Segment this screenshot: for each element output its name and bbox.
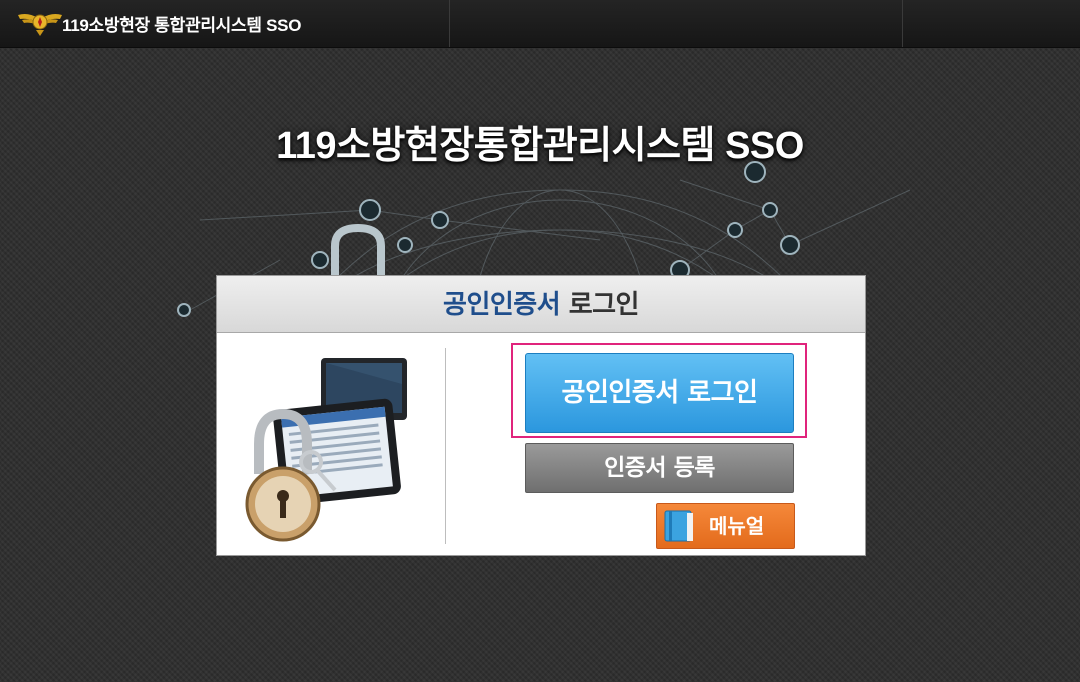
top-bar: 119소방현장 통합관리시스템 SSO xyxy=(0,0,1080,48)
manual-button[interactable]: 메뉴얼 xyxy=(656,503,795,549)
panel-divider xyxy=(445,348,446,544)
topbar-divider xyxy=(449,0,450,47)
topbar-divider xyxy=(902,0,903,47)
login-panel: 공인인증서 로그인 공인인증서 로그인 인증서 등록 메뉴얼 xyxy=(216,275,866,556)
panel-header-strong: 공인인증서 xyxy=(443,290,561,320)
cert-register-button[interactable]: 인증서 등록 xyxy=(525,443,794,493)
padlock-devices-illustration-icon xyxy=(245,358,407,542)
cert-login-button[interactable]: 공인인증서 로그인 xyxy=(525,353,794,433)
fire-department-emblem-icon xyxy=(18,14,62,36)
panel-header-rest: 로그인 xyxy=(560,290,640,320)
manual-label: 메뉴얼 xyxy=(709,514,765,538)
app-title: 119소방현장 통합관리시스템 SSO xyxy=(62,16,302,35)
panel-header: 공인인증서 로그인 xyxy=(217,276,865,333)
book-icon xyxy=(664,510,693,542)
